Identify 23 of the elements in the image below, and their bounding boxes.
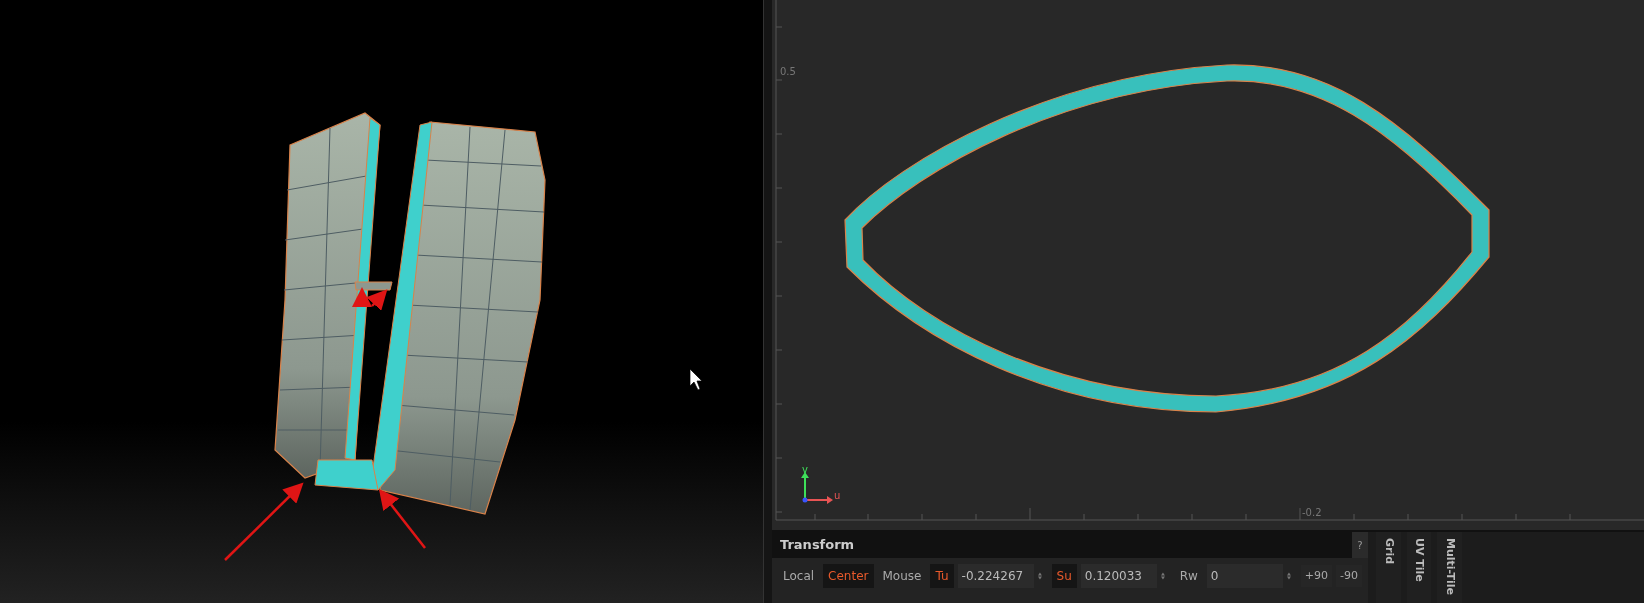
pointer-arrow	[378, 489, 426, 549]
mode-button[interactable]: Mouse	[877, 564, 927, 588]
help-button[interactable]: ?	[1352, 532, 1368, 558]
side-tab[interactable]: Grid	[1376, 532, 1401, 603]
axis-tick-label: 0.5	[780, 65, 796, 79]
side-tab[interactable]: UV Tile	[1406, 532, 1431, 603]
field-label: Tu	[930, 564, 954, 588]
pointer-arrow	[366, 289, 388, 311]
pointer-arrow	[352, 287, 372, 307]
field-label: Su	[1051, 564, 1077, 588]
number-field[interactable]: -0.224267	[957, 564, 1034, 588]
mouse-cursor-icon	[689, 368, 703, 391]
mode-button[interactable]: Local	[778, 564, 820, 588]
uv-axis-icon	[801, 472, 833, 504]
panel-title: Transform	[780, 536, 855, 555]
side-tab[interactable]: Multi-Tile	[1437, 532, 1462, 603]
number-field[interactable]: 0.120033	[1080, 564, 1157, 588]
axis-label: u	[834, 489, 841, 503]
axis-tick-label: -0.2	[1302, 506, 1322, 520]
axis-label: v	[802, 463, 808, 477]
number-field[interactable]: 0	[1206, 564, 1283, 588]
mode-button[interactable]: Center	[823, 564, 874, 588]
field-label: Rw	[1178, 568, 1199, 585]
